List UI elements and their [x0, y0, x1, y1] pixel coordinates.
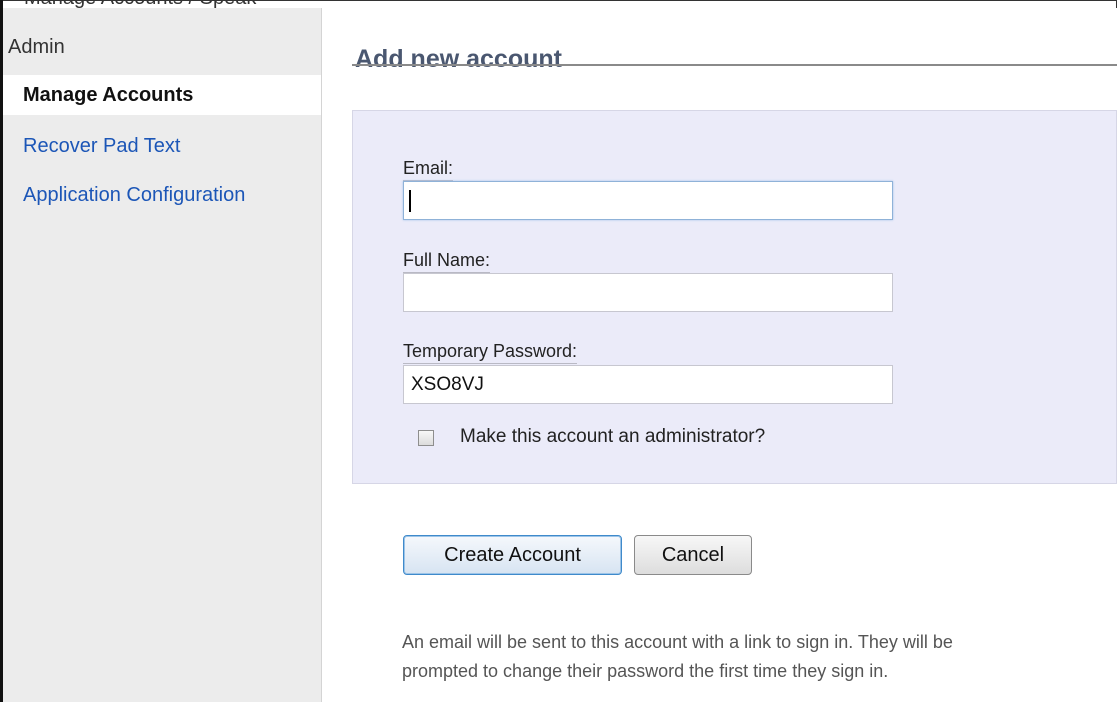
top-edge: Manage Accounts / Speak	[0, 0, 1117, 8]
cancel-button[interactable]: Cancel	[634, 535, 752, 575]
text-cursor	[409, 190, 411, 212]
sign-in-email-note: An email will be sent to this account wi…	[402, 632, 953, 681]
sidebar-item-recover-pad-text[interactable]: Recover Pad Text	[3, 126, 321, 166]
full-name-field[interactable]	[403, 273, 893, 312]
email-label: Email:	[403, 158, 454, 181]
administrator-checkbox-label[interactable]: Make this account an administrator?	[460, 426, 765, 448]
admin-sidebar: Admin Manage Accounts Recover Pad Text A…	[3, 8, 322, 702]
sidebar-item-application-configuration[interactable]: Application Configuration	[3, 175, 321, 215]
title-divider	[352, 64, 1117, 66]
full-name-label: Full Name:	[403, 250, 491, 273]
page-title: Add new account	[355, 44, 562, 73]
email-field[interactable]	[403, 181, 893, 220]
temporary-password-field[interactable]	[403, 365, 893, 404]
temporary-password-label: Temporary Password:	[403, 341, 578, 364]
sidebar-header: Admin	[8, 36, 65, 58]
administrator-checkbox[interactable]	[418, 430, 434, 446]
admin-page: Manage Accounts / Speak Admin Manage Acc…	[0, 0, 1117, 702]
create-account-button[interactable]: Create Account	[403, 535, 622, 575]
sidebar-item-manage-accounts[interactable]: Manage Accounts	[3, 75, 321, 115]
clipped-top-text: Manage Accounts / Speak	[24, 1, 256, 8]
